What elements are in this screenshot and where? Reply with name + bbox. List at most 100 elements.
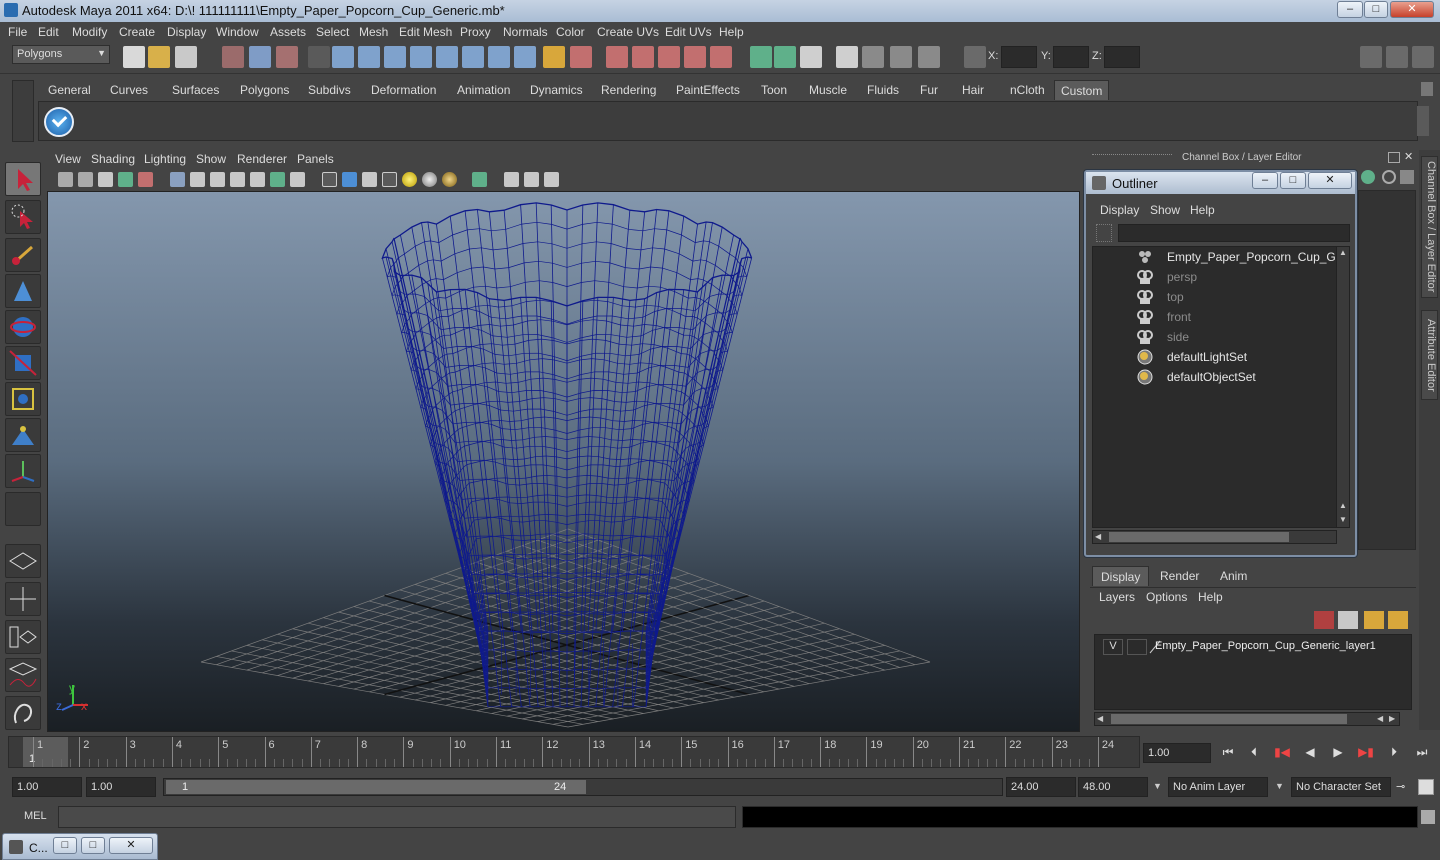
minimized-close-button[interactable]: ✕: [109, 837, 153, 854]
maximize-button[interactable]: □: [1364, 1, 1388, 18]
hypershade-layout-icon[interactable]: [5, 696, 41, 730]
x-ray-icon[interactable]: [504, 172, 519, 187]
shelf-tab-painteffects[interactable]: PaintEffects: [670, 80, 746, 100]
textured-icon[interactable]: [382, 172, 397, 187]
snap-view-plane-icon[interactable]: [684, 46, 706, 68]
lock-icon[interactable]: [543, 46, 565, 68]
shelf-tab-rendering[interactable]: Rendering: [595, 80, 662, 100]
wireframe-on-shaded-icon[interactable]: [362, 172, 377, 187]
side-tab-attribute-editor[interactable]: Attribute Editor: [1421, 310, 1438, 400]
x-ray-joints-icon[interactable]: [524, 172, 539, 187]
universal-manipulator-icon[interactable]: [5, 382, 41, 416]
layer-menu-options[interactable]: Options: [1146, 590, 1187, 604]
grid-toggle-icon[interactable]: [170, 172, 185, 187]
mask-dynamics-icon[interactable]: [462, 46, 484, 68]
toggle-tool-settings-icon[interactable]: [1386, 46, 1408, 68]
z-field[interactable]: [1104, 46, 1140, 68]
shelf-tab-ncloth[interactable]: nCloth: [1004, 80, 1051, 100]
shelf-tab-animation[interactable]: Animation: [451, 80, 516, 100]
render-current-frame-icon[interactable]: [862, 46, 884, 68]
four-view-layout-icon[interactable]: [5, 582, 41, 616]
use-all-lights-icon[interactable]: [402, 172, 417, 187]
render-settings-icon[interactable]: [918, 46, 940, 68]
scroll-down-icon[interactable]: ▼: [1338, 515, 1348, 525]
select-tool-icon[interactable]: [5, 162, 41, 196]
layer-row[interactable]: V Empty_Paper_Popcorn_Cup_Generic_layer1: [1095, 637, 1411, 657]
go-to-end-icon[interactable]: ⏭: [1412, 745, 1432, 763]
keyframe-icon[interactable]: [1361, 170, 1375, 184]
minimized-restore-button[interactable]: □: [53, 837, 77, 854]
new-layer-icon[interactable]: [1364, 611, 1384, 629]
play-backwards-icon[interactable]: ◀: [1300, 745, 1320, 763]
outliner-item[interactable]: front: [1093, 307, 1336, 327]
scroll-thumb[interactable]: [1109, 532, 1289, 542]
range-slider[interactable]: 1 24: [163, 778, 1003, 796]
current-frame-field[interactable]: 1.00: [1143, 743, 1211, 763]
safe-title-icon[interactable]: [290, 172, 305, 187]
minimize-button[interactable]: –: [1337, 1, 1363, 18]
shelf-tab-deformation[interactable]: Deformation: [365, 80, 442, 100]
menu-assets[interactable]: Assets: [270, 25, 306, 39]
output-ops-icon[interactable]: [774, 46, 796, 68]
select-component-icon[interactable]: [276, 46, 298, 68]
mask-handles-icon[interactable]: [332, 46, 354, 68]
save-scene-icon[interactable]: [175, 46, 197, 68]
move-surface-tool-icon[interactable]: [5, 274, 41, 308]
checkmark-icon[interactable]: [44, 107, 74, 137]
channel-box-settings-icon[interactable]: [1400, 170, 1414, 184]
shelf-tab-curves[interactable]: Curves: [104, 80, 154, 100]
playback-start-field[interactable]: 1.00: [86, 777, 156, 797]
persp-graph-layout-icon[interactable]: [5, 658, 41, 692]
share-icon[interactable]: [544, 172, 559, 187]
resolution-gate-icon[interactable]: [210, 172, 225, 187]
shelf-handle[interactable]: [12, 80, 34, 142]
chevron-down-icon[interactable]: ▼: [1275, 781, 1284, 791]
menu-window[interactable]: Window: [216, 25, 259, 39]
shelf-tab-hair[interactable]: Hair: [956, 80, 990, 100]
scroll-thumb[interactable]: [1111, 714, 1347, 724]
menu-create-uvs[interactable]: Create UVs: [597, 25, 659, 39]
play-forwards-icon[interactable]: ▶: [1328, 745, 1348, 763]
step-forward-frame-icon[interactable]: ⏵: [1384, 745, 1404, 763]
menu-set-dropdown[interactable]: Polygons ▼: [12, 45, 110, 64]
last-tool-slot[interactable]: [5, 492, 41, 526]
layer-menu-help[interactable]: Help: [1198, 590, 1223, 604]
select-camera-icon[interactable]: [58, 172, 73, 187]
outliner-menu-show[interactable]: Show: [1150, 203, 1180, 217]
mel-command-input[interactable]: [58, 806, 736, 828]
panel-drag-handle[interactable]: [1092, 154, 1172, 162]
rotate-tool-icon[interactable]: [5, 310, 41, 344]
step-forward-key-icon[interactable]: ▶▮: [1356, 745, 1376, 763]
scale-tool-icon[interactable]: [5, 346, 41, 380]
persp-outliner-layout-icon[interactable]: [5, 620, 41, 654]
menu-help[interactable]: Help: [719, 25, 744, 39]
panel-menu-renderer[interactable]: Renderer: [237, 152, 287, 166]
step-back-frame-icon[interactable]: ⏴: [1244, 745, 1264, 763]
time-slider[interactable]: 1 12345678910111213141516171819202122232…: [8, 736, 1140, 768]
perspective-viewport[interactable]: y x z: [47, 191, 1080, 732]
mask-deformations-icon[interactable]: [436, 46, 458, 68]
toggle-attribute-editor-icon[interactable]: [1360, 46, 1382, 68]
mask-curves-icon[interactable]: [384, 46, 406, 68]
y-field[interactable]: [1053, 46, 1089, 68]
menu-edit[interactable]: Edit: [38, 25, 59, 39]
smooth-shade-icon[interactable]: [342, 172, 357, 187]
layer-tab-anim[interactable]: Anim: [1212, 566, 1255, 586]
shelf-tab-fur[interactable]: Fur: [914, 80, 944, 100]
bookmarks-icon[interactable]: [98, 172, 113, 187]
select-hierarchy-icon[interactable]: [222, 46, 244, 68]
outliner-close-button[interactable]: ✕: [1308, 172, 1352, 189]
animation-start-field[interactable]: 1.00: [12, 777, 82, 797]
playback-end-field[interactable]: 24.00: [1006, 777, 1076, 797]
scroll-left-icon[interactable]: ◀: [1097, 713, 1107, 725]
x-field[interactable]: [1001, 46, 1037, 68]
snap-point-icon[interactable]: [658, 46, 680, 68]
field-chart-icon[interactable]: [250, 172, 265, 187]
layer-menu-layers[interactable]: Layers: [1099, 590, 1135, 604]
highlight-selection-icon[interactable]: [570, 46, 592, 68]
toggle-channel-box-icon[interactable]: [1412, 46, 1434, 68]
show-manipulator-icon[interactable]: [5, 454, 41, 488]
outliner-item[interactable]: side: [1093, 327, 1336, 347]
layer-playback-toggle[interactable]: [1127, 639, 1147, 655]
construction-history-icon[interactable]: [800, 46, 822, 68]
